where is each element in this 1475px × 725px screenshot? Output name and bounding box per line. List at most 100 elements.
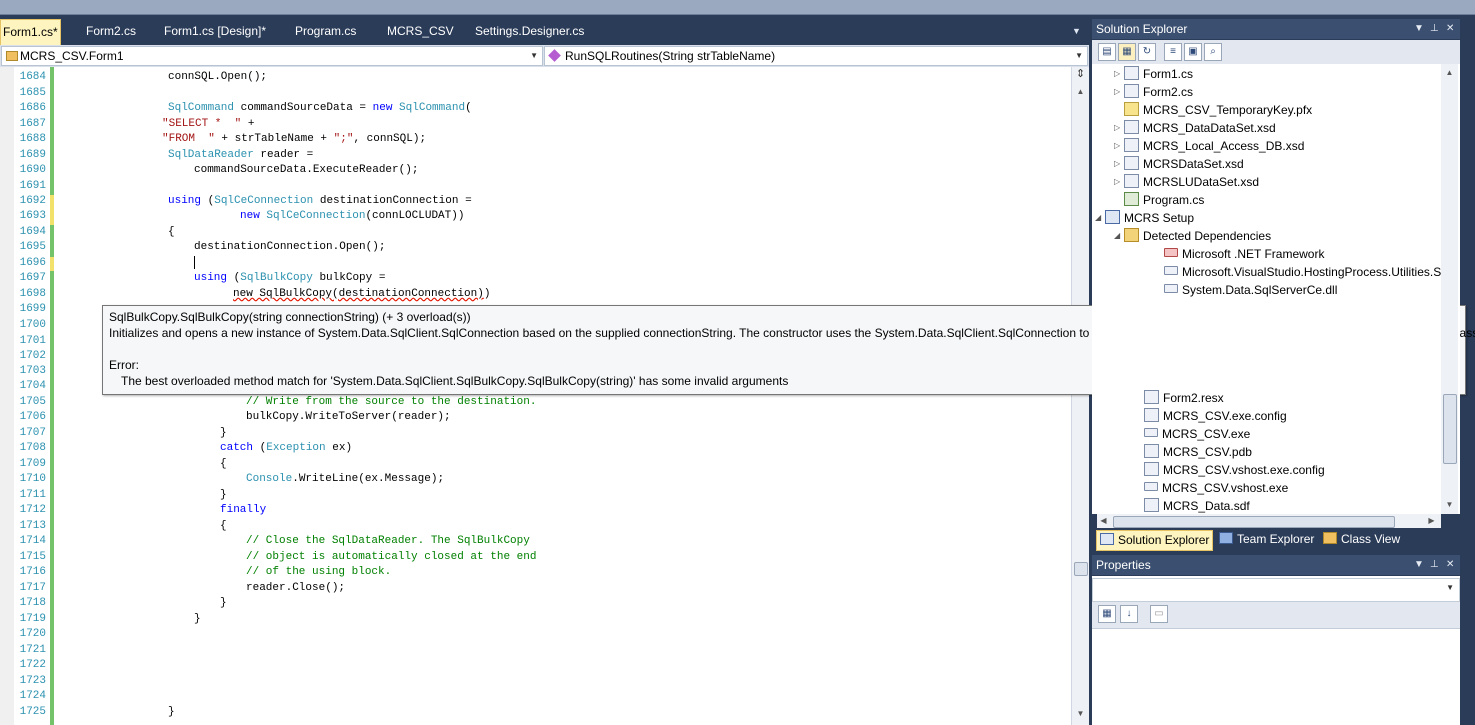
line-number: 1689 xyxy=(19,149,46,161)
code-type: SqlCommand xyxy=(392,102,466,114)
code-type: SqlBulkCopy xyxy=(240,272,313,284)
code-text: reader.Close(); xyxy=(246,582,346,594)
refresh-icon[interactable]: ↻ xyxy=(1138,43,1156,61)
chevron-down-icon: ▼ xyxy=(530,51,538,60)
scroll-right-icon[interactable]: ▶ xyxy=(1425,514,1438,527)
tree-item-net-framework[interactable]: Microsoft .NET Framework xyxy=(1164,245,1324,263)
scroll-up-icon[interactable]: ▲ xyxy=(1074,85,1087,98)
scroll-thumb[interactable] xyxy=(1443,394,1457,464)
window-position-icon[interactable]: ▼ xyxy=(1414,555,1424,575)
line-number: 1698 xyxy=(19,288,46,300)
tree-item-form2-resx[interactable]: Form2.resx xyxy=(1144,389,1224,407)
tree-item-detected-dependencies[interactable]: ◢ Detected Dependencies xyxy=(1114,227,1271,245)
tree-item-temporarykey[interactable]: MCRS_CSV_TemporaryKey.pfx xyxy=(1124,101,1312,119)
code-line: { xyxy=(168,226,175,238)
tab-mcrs-csv[interactable]: MCRS_CSV xyxy=(385,19,456,43)
tree-item-mcrsdataset[interactable]: ▷ MCRSDataSet.xsd xyxy=(1114,155,1244,173)
code-line: } xyxy=(220,489,227,501)
close-icon[interactable]: ✕ xyxy=(1446,19,1454,39)
view-code-icon[interactable]: ≡ xyxy=(1164,43,1182,61)
tab-class-view[interactable]: Class View xyxy=(1320,530,1403,549)
tree-item-mcrs-datadataset[interactable]: ▷ MCRS_DataDataSet.xsd xyxy=(1114,119,1276,137)
scroll-down-icon[interactable]: ▼ xyxy=(1443,498,1456,511)
editor-vertical-scrollbar[interactable]: ⇕ ▲ ▼ xyxy=(1071,67,1089,725)
view-designer-icon[interactable]: ▣ xyxy=(1184,43,1202,61)
tree-item-label: Form2.resx xyxy=(1163,391,1224,405)
tree-item-hostingprocess-utilities[interactable]: Microsoft.VisualStudio.HostingProcess.Ut… xyxy=(1164,263,1447,281)
split-window-icon[interactable]: ⇕ xyxy=(1073,67,1088,82)
tab-dropdown-icon[interactable]: ▼ xyxy=(1072,26,1081,36)
tree-item-program-cs[interactable]: Program.cs xyxy=(1124,191,1204,209)
solution-explorer-vertical-scrollbar[interactable]: ▲ ▼ xyxy=(1441,64,1458,514)
tree-item-vshost-exe-config[interactable]: MCRS_CSV.vshost.exe.config xyxy=(1144,461,1325,479)
pin-icon[interactable]: ⊥ xyxy=(1430,555,1439,575)
code-text: ( xyxy=(465,102,472,114)
tree-item-mcrs-local-access-db[interactable]: ▷ MCRS_Local_Access_DB.xsd xyxy=(1114,137,1304,155)
expand-icon[interactable]: ▷ xyxy=(1114,83,1120,101)
code-text: reader = xyxy=(253,149,314,161)
scroll-down-icon[interactable]: ▼ xyxy=(1074,707,1087,720)
line-number: 1706 xyxy=(19,411,46,423)
expand-icon[interactable]: ▷ xyxy=(1114,173,1120,191)
close-icon[interactable]: ✕ xyxy=(1446,555,1454,575)
tab-solution-explorer[interactable]: Solution Explorer xyxy=(1096,530,1214,551)
properties-object-selector[interactable]: ▼ xyxy=(1092,578,1460,602)
tab-program-cs[interactable]: Program.cs xyxy=(293,19,358,43)
tab-form1-design[interactable]: Form1.cs [Design]* xyxy=(162,19,268,43)
collapse-icon[interactable]: ◢ xyxy=(1114,227,1120,245)
scroll-left-icon[interactable]: ◀ xyxy=(1097,514,1110,527)
solution-explorer-horizontal-scrollbar[interactable]: ◀ ▶ xyxy=(1097,514,1441,528)
code-line: destinationConnection.Open(); xyxy=(194,241,385,253)
reference-icon xyxy=(1144,428,1158,437)
expand-icon[interactable]: ▷ xyxy=(1114,119,1120,137)
tree-item-mcrsludataset[interactable]: ▷ MCRSLUDataSet.xsd xyxy=(1114,173,1259,191)
line-number: 1705 xyxy=(19,396,46,408)
tree-item-label: System.Data.SqlServerCe.dll xyxy=(1182,283,1338,297)
line-number: 1719 xyxy=(19,613,46,625)
code-text: ( xyxy=(201,195,215,207)
tree-item-mcrs-setup[interactable]: ◢ MCRS Setup xyxy=(1095,209,1194,227)
tree-item-mcrs-data-sdf[interactable]: MCRS_Data.sdf xyxy=(1144,497,1250,514)
code-text: + xyxy=(241,118,255,130)
expand-icon[interactable]: ▷ xyxy=(1114,137,1120,155)
expand-icon[interactable]: ▷ xyxy=(1114,65,1120,83)
tree-item-exe-config[interactable]: MCRS_CSV.exe.config xyxy=(1144,407,1287,425)
tab-settings-designer-cs[interactable]: Settings.Designer.cs xyxy=(473,19,586,43)
tab-team-explorer[interactable]: Team Explorer xyxy=(1216,530,1317,549)
tree-item-exe[interactable]: MCRS_CSV.exe xyxy=(1144,425,1250,443)
property-pages-icon[interactable]: ▭ xyxy=(1150,605,1168,623)
tree-item-label: MCRS_DataDataSet.xsd xyxy=(1143,121,1276,135)
tree-item-label: Program.cs xyxy=(1143,193,1205,207)
scroll-thumb[interactable] xyxy=(1113,516,1395,528)
change-tracking-bar xyxy=(50,67,54,725)
solution-explorer-tree[interactable]: ▷ Form1.cs ▷ Form2.cs MCRS_CSV_TemporaryKe… xyxy=(1092,64,1460,514)
member-selector[interactable]: RunSQLRoutines(String strTableName) ▼ xyxy=(544,46,1088,66)
tab-form2-cs[interactable]: Form2.cs xyxy=(84,19,138,43)
code-line: "FROM " + strTableName + ";", connSQL); xyxy=(162,133,426,145)
tab-form1-cs[interactable]: Form1.cs* xyxy=(0,19,61,45)
class-diagram-icon[interactable]: ⌕ xyxy=(1204,43,1222,61)
window-top-strip xyxy=(0,0,1475,15)
categorized-icon[interactable]: ▦ xyxy=(1098,605,1116,623)
code-editor[interactable]: 1684 1685 1686 1687 1688 1689 1690 1691 … xyxy=(0,67,1089,725)
window-position-icon[interactable]: ▼ xyxy=(1414,19,1424,39)
class-view-icon xyxy=(1323,532,1337,544)
show-all-files-icon[interactable]: ▦ xyxy=(1118,43,1136,61)
error-squiggle[interactable]: new SqlBulkCopy(destinationConnection) xyxy=(233,288,484,300)
folder-icon xyxy=(1124,228,1139,242)
scroll-up-icon[interactable]: ▲ xyxy=(1443,66,1456,79)
pin-icon[interactable]: ⊥ xyxy=(1430,19,1439,39)
properties-icon[interactable]: ▤ xyxy=(1098,43,1116,61)
tree-item-sqlserverce-dll[interactable]: System.Data.SqlServerCe.dll xyxy=(1164,281,1337,299)
type-selector[interactable]: MCRS_CSV.Form1 ▼ xyxy=(1,46,543,66)
tree-item-form2-cs[interactable]: ▷ Form2.cs xyxy=(1114,83,1193,101)
line-number: 1684 xyxy=(19,71,46,83)
tree-item-pdb[interactable]: MCRS_CSV.pdb xyxy=(1144,443,1252,461)
line-number: 1710 xyxy=(19,473,46,485)
collapse-icon[interactable]: ◢ xyxy=(1095,209,1101,227)
expand-icon[interactable]: ▷ xyxy=(1114,155,1120,173)
tree-item-form1-cs[interactable]: ▷ Form1.cs xyxy=(1114,65,1193,83)
scroll-thumb[interactable] xyxy=(1074,562,1088,576)
alphabetical-icon[interactable]: ↓ xyxy=(1120,605,1138,623)
tree-item-vshost-exe[interactable]: MCRS_CSV.vshost.exe xyxy=(1144,479,1288,497)
